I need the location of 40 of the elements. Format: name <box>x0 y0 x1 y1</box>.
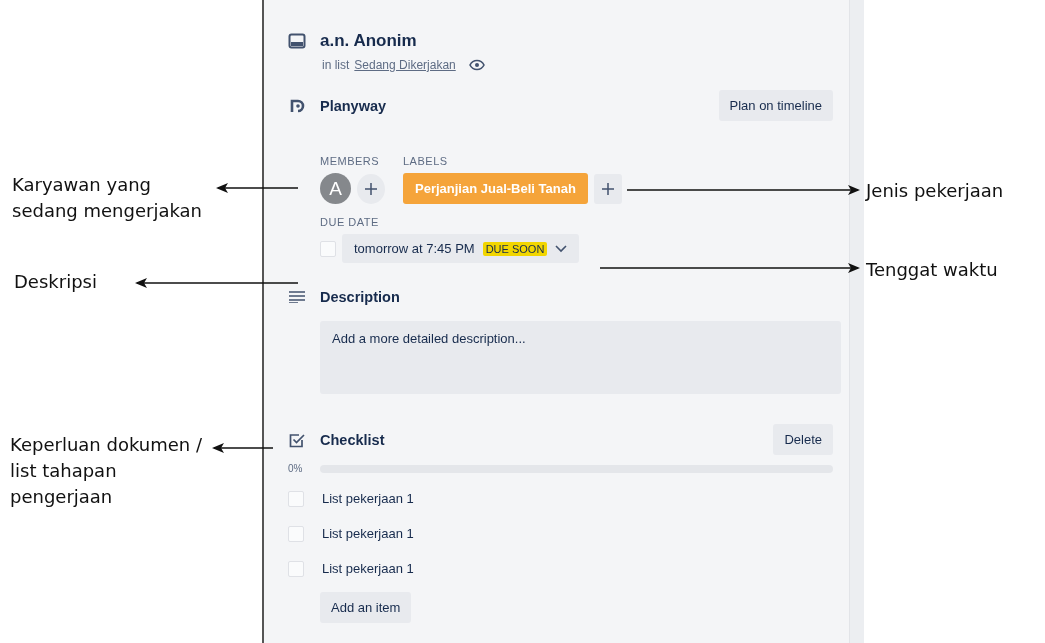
plan-button[interactable]: Plan on timeline <box>718 90 833 121</box>
item-checkbox[interactable] <box>288 490 304 507</box>
checklist-item: List pekerjaan 1 <box>322 491 414 506</box>
section-title: Checklist <box>320 431 385 448</box>
annotation-label: Jenis pekerjaan <box>866 179 1005 203</box>
list-caption: in list <box>322 58 350 72</box>
item-checkbox[interactable] <box>288 560 304 577</box>
lines-icon <box>288 291 306 303</box>
chevron-down-icon <box>555 244 568 253</box>
member-avatar[interactable]: A <box>320 173 351 204</box>
progress-percent: 0% <box>288 463 304 474</box>
annotation-label: Karyawan yang sedang mengerjakan <box>12 173 203 223</box>
add-label-button[interactable] <box>593 173 622 204</box>
add-item-button[interactable]: Add an item <box>320 592 412 623</box>
card-icon <box>288 33 306 49</box>
plus-icon <box>601 182 614 195</box>
due-checkbox[interactable] <box>320 240 336 257</box>
item-checkbox[interactable] <box>288 525 304 542</box>
due-soon-badge: DUE SOON <box>482 241 548 256</box>
due-date-heading: DUE DATE <box>320 216 380 228</box>
delete-button[interactable]: Delete <box>773 424 833 455</box>
checklist-item: List pekerjaan 1 <box>322 526 414 541</box>
annotation-label: Deskripsi <box>14 270 98 294</box>
section-title: Planyway <box>320 97 387 114</box>
eye-icon[interactable] <box>468 59 485 71</box>
checklist-item: List pekerjaan 1 <box>322 561 414 576</box>
due-date-button[interactable]: tomorrow at 7:45 PM DUE SOON <box>342 234 580 263</box>
labels-heading: LABELS <box>403 155 449 167</box>
planyway-icon <box>288 97 306 114</box>
checkbox-tick-icon <box>288 431 306 448</box>
members-heading: MEMBERS <box>320 155 381 167</box>
add-member-button[interactable] <box>357 173 385 204</box>
annotation-label: Keperluan dokumen / list tahapan pengerjaan <box>10 433 202 509</box>
card-title: a.n. Anonim <box>320 31 417 51</box>
annotation-label: Tenggat waktu <box>866 258 999 282</box>
arrow <box>212 442 273 454</box>
section-title: Description <box>320 289 400 305</box>
list-link[interactable]: Sedang Dikerjakan <box>354 58 456 72</box>
plus-icon <box>365 182 377 195</box>
description-field[interactable]: Add a more detailed description... <box>320 321 841 394</box>
